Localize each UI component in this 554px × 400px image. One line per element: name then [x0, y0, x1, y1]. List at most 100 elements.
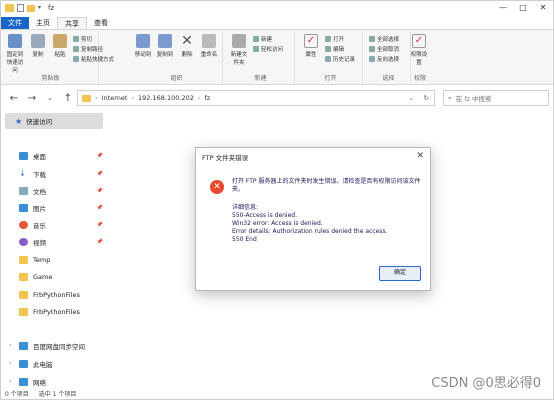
detail-line: 550-Access is denied.	[232, 212, 298, 219]
paste-button[interactable]: 粘贴	[50, 34, 70, 58]
invert-selection-button[interactable]: 反向选择	[369, 55, 399, 63]
search-input[interactable]: ⌕ 在 fz 中搜索	[443, 90, 549, 106]
sidebar-item-documents[interactable]: 文档 📌	[19, 184, 107, 197]
computer-icon	[19, 359, 28, 368]
sidebar-item-music[interactable]: 音乐 📌	[19, 218, 107, 231]
sidebar-item-this-pc[interactable]: › 此电脑	[9, 357, 107, 370]
recent-dropdown-icon[interactable]: ⌄	[41, 94, 59, 102]
move-to-button[interactable]: 移动到	[133, 34, 153, 58]
history-button[interactable]: 历史记录	[325, 55, 355, 63]
copy-to-button[interactable]: 复制到	[155, 34, 175, 58]
open-group-label: 打开	[324, 75, 337, 82]
sidebar-item-game[interactable]: Game	[19, 270, 107, 283]
pin-icon: 📌	[96, 170, 103, 177]
rights-group-label: 权限	[413, 75, 426, 82]
new-group-label: 新建	[254, 75, 267, 82]
detail-line: 550 End	[232, 236, 257, 243]
ribbon: 固定到快速访问 复制 粘贴 剪切 复制路径 粘贴快捷方式 剪贴板 移动到 复制到…	[1, 29, 553, 85]
easy-access-icon	[253, 46, 259, 52]
invert-selection-icon	[369, 56, 375, 62]
properties-icon[interactable]	[17, 4, 24, 12]
breadcrumb-fz[interactable]: fz	[204, 94, 210, 102]
select-all-icon	[369, 36, 375, 42]
refresh-icon[interactable]: ↻	[424, 94, 429, 102]
breadcrumb-host[interactable]: 192.168.100.202	[138, 94, 194, 102]
clipboard-group: 固定到快速访问 复制 粘贴 剪切 复制路径 粘贴快捷方式 剪贴板	[3, 32, 114, 83]
star-icon: ★	[15, 116, 23, 126]
sidebar-item-baidu-sync[interactable]: › 百度网盘同步空间	[9, 339, 107, 352]
new-folder-button[interactable]: 新建文件夹	[229, 34, 249, 66]
tab-file[interactable]: 文件	[1, 17, 29, 29]
detail-line: Win32 error: Access is denied.	[232, 220, 323, 227]
dialog-message: 打开 FTP 服务器上的文件夹时发生错误。请检查是否有权限访问该文件夹。	[232, 178, 421, 193]
checkmark-icon: ✓	[304, 34, 318, 48]
sidebar-item-videos[interactable]: 视频 📌	[19, 235, 107, 248]
chevron-right-icon[interactable]: ›	[9, 360, 11, 367]
properties-button[interactable]: ✓ 属性	[301, 34, 321, 58]
new-folder-icon	[232, 34, 246, 48]
ok-button[interactable]: 确定	[379, 266, 421, 281]
music-icon	[19, 220, 28, 229]
sidebar-item-temp[interactable]: Temp	[19, 253, 107, 266]
sidebar-item-quick-access[interactable]: ★ 快速访问	[5, 113, 103, 129]
dropdown-icon[interactable]: ▾	[38, 4, 44, 12]
forward-icon[interactable]: →	[23, 93, 41, 104]
tab-view[interactable]: 查看	[87, 17, 115, 29]
new-group: 新建文件夹 新建 轻松访问 新建	[227, 32, 295, 83]
dialog-body: ✕ 打开 FTP 服务器上的文件夹时发生错误。请检查是否有权限访问该文件夹。 详…	[196, 165, 430, 290]
tab-home[interactable]: 主页	[29, 17, 57, 29]
new-folder-icon[interactable]	[27, 4, 35, 12]
chevron-down-icon[interactable]: ⌄	[409, 94, 414, 102]
checkmark-icon: ✓	[412, 34, 426, 48]
video-icon	[19, 237, 28, 246]
minimize-button[interactable]: —	[493, 1, 513, 15]
paste-shortcut-button[interactable]: 粘贴快捷方式	[73, 55, 114, 63]
search-icon: ⌕	[448, 93, 452, 102]
rights-group: ✓ 权限设置 权限	[405, 32, 435, 83]
detail-line: Error details: Authorization rules denie…	[232, 228, 388, 235]
breadcrumb-internet[interactable]: Internet	[102, 94, 128, 102]
open-button[interactable]: 打开	[325, 35, 344, 43]
sidebar-item-pictures[interactable]: 图片 📌	[19, 201, 107, 214]
close-button[interactable]: ✕	[533, 1, 553, 15]
rights-button[interactable]: ✓ 权限设置	[409, 34, 429, 66]
chevron-right-icon[interactable]: ›	[9, 378, 11, 385]
edit-button[interactable]: 编辑	[325, 45, 344, 53]
rename-icon	[202, 34, 216, 48]
status-bar: 0 个项目 选中 1 个项目	[5, 389, 76, 398]
easy-access-button[interactable]: 轻松访问	[253, 45, 283, 53]
chevron-right-icon[interactable]: ›	[9, 342, 11, 349]
select-all-button[interactable]: 全部选择	[369, 35, 399, 43]
dialog-close-button[interactable]: ✕	[416, 151, 424, 161]
cloud-folder-icon	[19, 341, 28, 350]
new-item-icon	[253, 36, 259, 42]
back-icon[interactable]: ←	[5, 93, 23, 104]
sidebar-item-downloads[interactable]: ↓ 下载 📌	[19, 167, 107, 180]
tab-share[interactable]: 共享	[57, 17, 87, 29]
up-icon[interactable]: ↑	[59, 93, 77, 104]
pin-button[interactable]: 固定到快速访问	[5, 34, 25, 74]
chevron-right-icon: ›	[131, 94, 135, 102]
select-none-button[interactable]: 全部取消	[369, 45, 399, 53]
sidebar-item-frbpythonfiles-2[interactable]: FrbPythonFiles	[19, 305, 107, 318]
address-input[interactable]: › Internet › 192.168.100.202 › fz ⌄ ↻	[77, 90, 435, 106]
sidebar-item-frbpythonfiles-1[interactable]: FrbPythonFiles	[19, 288, 107, 301]
folder-icon	[19, 272, 28, 281]
pin-icon: 📌	[96, 238, 103, 245]
paste-icon	[53, 34, 67, 48]
sidebar-item-desktop[interactable]: 桌面 📌	[19, 149, 107, 162]
copy-path-button[interactable]: 复制路径	[73, 45, 103, 53]
dialog-title-bar: FTP 文件夹错误 ✕	[196, 148, 430, 165]
sidebar-item-network[interactable]: › 网络	[9, 375, 107, 388]
delete-button[interactable]: ✕ 删除	[177, 34, 197, 58]
rename-button[interactable]: 重命名	[199, 34, 219, 58]
pin-icon: 📌	[96, 204, 103, 211]
copy-button[interactable]: 复制	[28, 34, 48, 58]
chevron-right-icon: ›	[197, 94, 201, 102]
open-group: ✓ 属性 打开 编辑 历史记录 打开	[299, 32, 363, 83]
cut-button[interactable]: 剪切	[73, 35, 92, 43]
maximize-button[interactable]: □	[513, 1, 533, 15]
copy-icon	[31, 34, 45, 48]
pin-icon	[8, 34, 22, 48]
new-item-button[interactable]: 新建	[253, 35, 272, 43]
